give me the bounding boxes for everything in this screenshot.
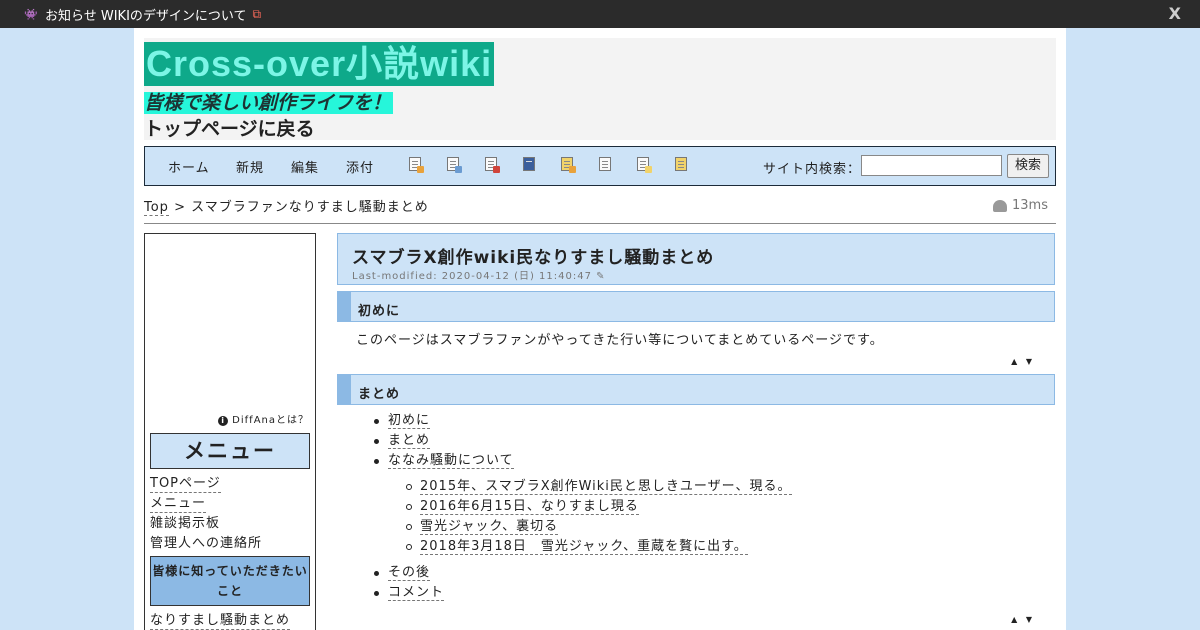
section-heading-text: 初めに: [358, 304, 401, 319]
diff-page-icon[interactable]: [485, 157, 500, 173]
section-heading-summary: まとめ: [337, 374, 1055, 405]
breadcrumb-top-link[interactable]: Top: [144, 200, 169, 216]
toc-link[interactable]: その後: [388, 565, 431, 581]
external-link-icon[interactable]: ⧉: [253, 7, 262, 22]
search-button[interactable]: 検索: [1007, 154, 1049, 178]
toc-subitem[interactable]: 雪光ジャック、裏切る: [406, 519, 559, 535]
scroll-arrows[interactable]: ▲ ▼: [1011, 615, 1035, 624]
history-icon[interactable]: [561, 157, 576, 173]
toc-link[interactable]: ななみ騒動について: [388, 453, 514, 469]
section-heading-intro: 初めに: [337, 291, 1055, 322]
toc-item[interactable]: コメント: [374, 585, 445, 601]
toc-link[interactable]: 雪光ジャック、裏切る: [420, 519, 559, 535]
sidebar-menu-title: メニュー: [150, 433, 310, 469]
section-heading-text: まとめ: [358, 387, 401, 402]
toc-link[interactable]: コメント: [388, 585, 445, 601]
sidebar-item-top[interactable]: TOPページ: [150, 476, 221, 493]
help-icon[interactable]: [675, 157, 687, 171]
breadcrumb-current: スマブラファンなりすまし騒動まとめ: [191, 200, 429, 215]
breadcrumb: Top > スマブラファンなりすまし騒動まとめ: [144, 196, 429, 216]
toc-item[interactable]: まとめ: [374, 433, 431, 449]
toc-item[interactable]: その後: [374, 565, 431, 581]
page-title-box: スマブラX創作wiki民なりすまし騒動まとめ Last-modified: 20…: [337, 233, 1055, 285]
nav-edit[interactable]: 編集: [291, 157, 319, 176]
bug-icon: 👾: [24, 7, 38, 21]
search-label: サイト内検索：: [763, 162, 862, 177]
rename-page-icon[interactable]: [447, 157, 462, 173]
toc-link[interactable]: 2018年3月18日 雪光ジャック、重蔵を贅に出す。: [420, 539, 748, 555]
close-notice-button[interactable]: X: [1169, 4, 1181, 23]
nav-home[interactable]: ホーム: [168, 157, 210, 176]
nav-new[interactable]: 新規: [236, 157, 264, 176]
edit-pencil-icon[interactable]: ✎: [596, 271, 605, 282]
intro-paragraph: このページはスマブラファンがやってきた行い等についてまとめているページです。: [356, 333, 884, 348]
nav-attach[interactable]: 添付: [346, 157, 374, 176]
toc-link[interactable]: 2016年6月15日、なりすまし現る: [420, 499, 639, 515]
render-time: 13ms: [1012, 198, 1048, 213]
scroll-arrows[interactable]: ▲ ▼: [1011, 357, 1035, 366]
wiki-page: Cross-over小説wiki 皆様で楽しい創作ライフを！ トップページに戻る…: [134, 28, 1066, 630]
diffana-link[interactable]: i DiffAnaとは？: [218, 411, 309, 426]
toc-subitem[interactable]: 2018年3月18日 雪光ジャック、重蔵を贅に出す。: [406, 539, 748, 555]
toc-subitem[interactable]: 2015年、スマブラX創作Wiki民と思しきユーザー、現る。: [406, 479, 792, 495]
copy-page-icon[interactable]: [409, 157, 424, 173]
back-to-top-link[interactable]: トップページに戻る: [144, 118, 315, 140]
site-logo[interactable]: Cross-over小説wiki: [144, 42, 495, 86]
site-tagline: 皆様で楽しい創作ライフを！: [144, 92, 394, 114]
backup-icon[interactable]: [523, 157, 535, 171]
sidebar: i DiffAnaとは？ メニュー TOPページ メニュー 雑談掲示板 管理人への…: [144, 233, 316, 630]
toc-link[interactable]: 初めに: [388, 413, 431, 429]
toc-item[interactable]: 初めに: [374, 413, 431, 429]
gauge-icon: [993, 199, 1008, 212]
diffana-label: DiffAnaとは？: [232, 415, 309, 426]
search-input[interactable]: [861, 155, 1002, 176]
divider: [144, 223, 1056, 224]
sidebar-item-bbs[interactable]: 雑談掲示板: [150, 516, 220, 532]
notice-bar: 👾 お知らせ WIKIのデザインについて ⧉ X: [0, 0, 1200, 28]
toc-link[interactable]: 2015年、スマブラX創作Wiki民と思しきユーザー、現る。: [420, 479, 792, 495]
toc-item[interactable]: ななみ騒動について: [374, 453, 514, 469]
notice-link[interactable]: お知らせ WIKIのデザインについて: [45, 5, 247, 24]
list-icon[interactable]: [599, 157, 611, 171]
toc-link[interactable]: まとめ: [388, 433, 431, 449]
navbar: ホーム 新規 編集 添付 サイト内検索： 検索: [144, 146, 1056, 186]
last-modified-text: Last-modified: 2020-04-12 (日) 11:40:47: [352, 271, 592, 282]
site-header: Cross-over小説wiki 皆様で楽しい創作ライフを！ トップページに戻る: [144, 38, 1056, 140]
info-icon: i: [218, 416, 229, 426]
sidebar-item-contact[interactable]: 管理人への連絡所: [150, 536, 262, 552]
recent-icon[interactable]: [637, 157, 652, 173]
last-modified: Last-modified: 2020-04-12 (日) 11:40:47 ✎: [352, 267, 606, 282]
sidebar-item-menu[interactable]: メニュー: [150, 496, 207, 513]
breadcrumb-separator: >: [174, 200, 186, 215]
sidebar-notice-box: 皆様に知っていただきたいこと: [150, 556, 310, 606]
toc-subitem[interactable]: 2016年6月15日、なりすまし現る: [406, 499, 639, 515]
sidebar-item-summary[interactable]: なりすまし騒動まとめ: [150, 613, 291, 630]
render-timer: 13ms: [993, 198, 1048, 213]
page-title: スマブラX創作wiki民なりすまし騒動まとめ: [352, 248, 715, 268]
